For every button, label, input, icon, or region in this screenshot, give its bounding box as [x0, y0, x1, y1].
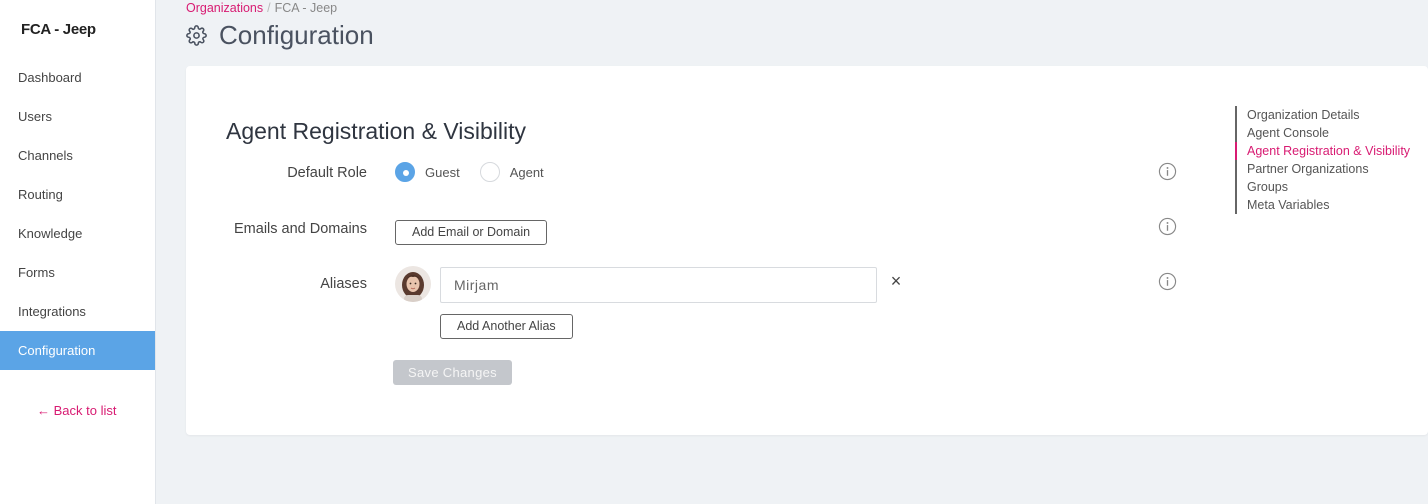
alias-input[interactable] — [440, 267, 877, 303]
toc-item-agent-console[interactable]: Agent Console — [1247, 124, 1410, 142]
page-header: Configuration — [186, 20, 374, 51]
toc-item-groups[interactable]: Groups — [1247, 178, 1410, 196]
page-title: Configuration — [219, 20, 374, 50]
configuration-card: Agent Registration & Visibility Default … — [186, 66, 1428, 435]
breadcrumb-separator: / — [267, 1, 271, 15]
sidebar-item-configuration[interactable]: Configuration — [0, 331, 155, 370]
toc-item-partner-organizations[interactable]: Partner Organizations — [1247, 160, 1410, 178]
avatar — [395, 266, 431, 302]
section-toc: Organization Details Agent Console Agent… — [1234, 106, 1410, 214]
sidebar: FCA - Jeep Dashboard Users Channels Rout… — [0, 0, 156, 504]
sidebar-item-dashboard[interactable]: Dashboard — [0, 58, 155, 97]
radio-agent[interactable] — [479, 162, 500, 182]
sidebar-item-users[interactable]: Users — [0, 97, 155, 136]
radio-guest-label[interactable]: Guest — [425, 165, 460, 180]
org-name: FCA - Jeep — [21, 21, 96, 38]
toc-item-organization-details[interactable]: Organization Details — [1247, 106, 1410, 124]
aliases-label: Aliases — [320, 276, 367, 292]
breadcrumb: Organizations / FCA - Jeep — [186, 1, 337, 15]
info-icon[interactable] — [1158, 272, 1177, 291]
sidebar-nav: Dashboard Users Channels Routing Knowled… — [0, 58, 155, 370]
save-changes-button[interactable]: Save Changes — [393, 360, 512, 385]
sidebar-item-channels[interactable]: Channels — [0, 136, 155, 175]
gear-icon — [186, 25, 207, 46]
back-to-list-link[interactable]: ← Back to list — [37, 403, 116, 418]
sidebar-item-routing[interactable]: Routing — [0, 175, 155, 214]
sidebar-item-forms[interactable]: Forms — [0, 253, 155, 292]
breadcrumb-current: FCA - Jeep — [274, 1, 338, 15]
default-role-label: Default Role — [287, 165, 367, 181]
default-role-radio-group: Guest Agent — [395, 162, 564, 182]
add-another-alias-button[interactable]: Add Another Alias — [440, 314, 573, 339]
emails-domains-label: Emails and Domains — [234, 221, 367, 237]
info-icon[interactable] — [1158, 217, 1177, 236]
toc-item-agent-registration[interactable]: Agent Registration & Visibility — [1234, 142, 1410, 160]
info-icon[interactable] — [1158, 162, 1177, 181]
add-email-domain-button[interactable]: Add Email or Domain — [395, 220, 548, 245]
sidebar-item-integrations[interactable]: Integrations — [0, 292, 155, 331]
breadcrumb-organizations-link[interactable]: Organizations — [186, 1, 263, 15]
radio-agent-label[interactable]: Agent — [510, 165, 544, 180]
remove-alias-icon[interactable]: × — [888, 271, 904, 292]
section-title: Agent Registration & Visibility — [226, 118, 526, 144]
toc-item-meta-variables[interactable]: Meta Variables — [1247, 196, 1410, 214]
sidebar-item-knowledge[interactable]: Knowledge — [0, 214, 155, 253]
radio-guest[interactable] — [395, 162, 415, 182]
